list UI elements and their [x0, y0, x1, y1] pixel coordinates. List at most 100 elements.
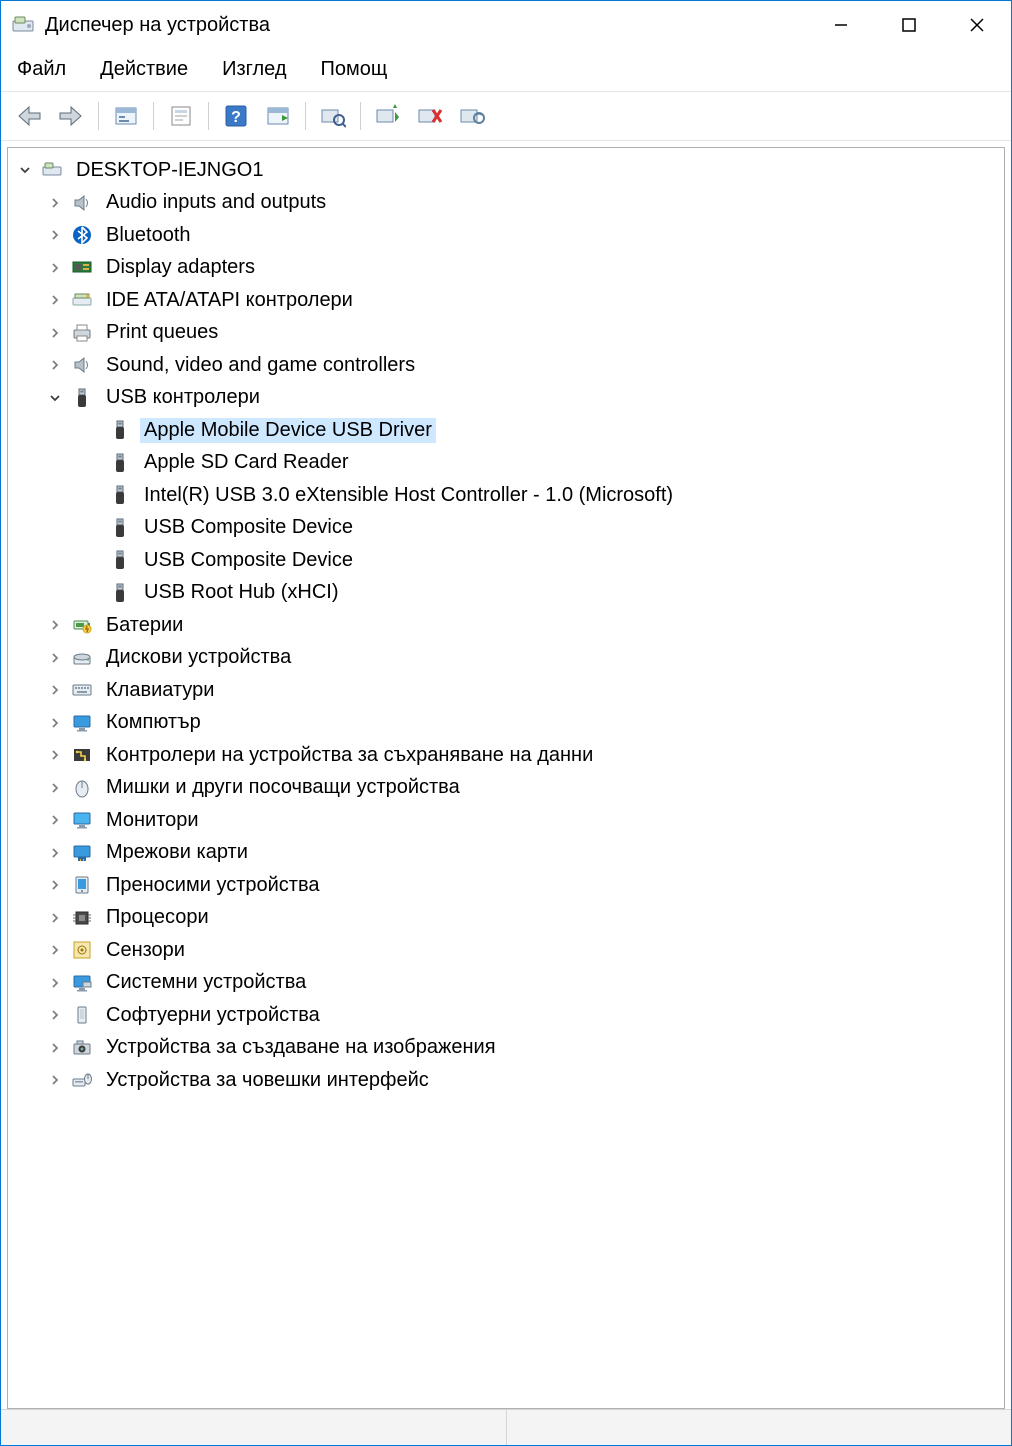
tree-category[interactable]: Процесори [12, 902, 1000, 935]
tree-category[interactable]: Мишки и други посочващи устройства [12, 772, 1000, 805]
tree-device[interactable]: USB Root Hub (xHCI) [12, 577, 1000, 610]
expand-toggle-icon[interactable] [46, 291, 64, 309]
system-icon [70, 971, 94, 995]
expand-toggle-icon[interactable] [46, 974, 64, 992]
toolbar-separator [208, 102, 209, 130]
expand-toggle-icon[interactable] [46, 876, 64, 894]
tree-category[interactable]: Компютър [12, 707, 1000, 740]
tree-category[interactable]: Монитори [12, 804, 1000, 837]
expand-toggle-icon[interactable] [46, 194, 64, 212]
toolbar-back-button[interactable] [11, 98, 47, 134]
speaker-icon [70, 191, 94, 215]
tree-device[interactable]: USB Composite Device [12, 512, 1000, 545]
tree-device[interactable]: Apple SD Card Reader [12, 447, 1000, 480]
usb-icon [108, 418, 132, 442]
monitor-icon [70, 711, 94, 735]
tree-device-label: USB Root Hub (xHCI) [140, 580, 343, 605]
close-button[interactable] [943, 1, 1011, 49]
tree-category-label: Преносими устройства [102, 873, 323, 898]
network-icon [70, 841, 94, 865]
tree-category[interactable]: Sound, video and game controllers [12, 349, 1000, 382]
ide-icon [70, 288, 94, 312]
tree-category[interactable]: Устройства за създаване на изображения [12, 1032, 1000, 1065]
tree-category[interactable]: Софтуерни устройства [12, 999, 1000, 1032]
tree-category-label: Дискови устройства [102, 645, 295, 670]
tree-device[interactable]: Apple Mobile Device USB Driver [12, 414, 1000, 447]
tree-device-label: USB Composite Device [140, 515, 357, 540]
expand-toggle-icon[interactable] [46, 1039, 64, 1057]
tree-category[interactable]: Мрежови карти [12, 837, 1000, 870]
expand-toggle-icon[interactable] [46, 616, 64, 634]
toolbar-show-hidden-button[interactable] [108, 98, 144, 134]
tree-category[interactable]: Батерии [12, 609, 1000, 642]
expand-toggle-icon[interactable] [46, 259, 64, 277]
usb-icon [108, 516, 132, 540]
tree-category[interactable]: USB контролери [12, 382, 1000, 415]
device-tree[interactable]: DESKTOP-IEJNGO1Audio inputs and outputs B… [8, 148, 1004, 1101]
storage-ctrl-icon [70, 743, 94, 767]
tree-category[interactable]: Устройства за човешки интерфейс [12, 1064, 1000, 1097]
tree-root[interactable]: DESKTOP-IEJNGO1 [12, 154, 1000, 187]
window-title: Диспечер на устройства [45, 14, 270, 37]
tree-category[interactable]: Сензори [12, 934, 1000, 967]
menu-help[interactable]: Помощ [315, 54, 394, 85]
tree-category[interactable]: Audio inputs and outputs [12, 187, 1000, 220]
speaker-icon [70, 353, 94, 377]
toolbar-help-button[interactable]: ? [218, 98, 254, 134]
usb-icon [108, 581, 132, 605]
tree-category[interactable]: Преносими устройства [12, 869, 1000, 902]
tree-category[interactable]: Контролери на устройства за съхраняване … [12, 739, 1000, 772]
expand-toggle-icon[interactable] [46, 909, 64, 927]
toolbar-scan-button[interactable] [315, 98, 351, 134]
expand-toggle-icon[interactable] [46, 1006, 64, 1024]
tree-category[interactable]: IDE ATA/ATAPI контролери [12, 284, 1000, 317]
expand-toggle-icon[interactable] [46, 356, 64, 374]
tree-device-label: USB Composite Device [140, 548, 357, 573]
expand-toggle-icon[interactable] [46, 714, 64, 732]
tree-category-label: Монитори [102, 808, 203, 833]
expand-toggle-icon[interactable] [46, 941, 64, 959]
computer-icon [40, 158, 64, 182]
toolbar-disable-button[interactable] [412, 98, 448, 134]
toolbar-properties-button[interactable] [163, 98, 199, 134]
tree-category-label: Bluetooth [102, 223, 195, 248]
tree-category[interactable]: Display adapters [12, 252, 1000, 285]
toolbar-refresh-button[interactable] [260, 98, 296, 134]
tree-category[interactable]: Bluetooth [12, 219, 1000, 252]
toolbar-uninstall-button[interactable] [454, 98, 490, 134]
tree-category[interactable]: Print queues [12, 317, 1000, 350]
tree-category[interactable]: Системни устройства [12, 967, 1000, 1000]
menu-view[interactable]: Изглед [216, 54, 292, 85]
minimize-button[interactable] [807, 1, 875, 49]
maximize-button[interactable] [875, 1, 943, 49]
tree-category-label: Устройства за човешки интерфейс [102, 1068, 433, 1093]
usb-icon [108, 451, 132, 475]
tree-category-label: Мишки и други посочващи устройства [102, 775, 464, 800]
collapse-toggle-icon[interactable] [46, 389, 64, 407]
expand-toggle-icon[interactable] [46, 844, 64, 862]
collapse-toggle-icon[interactable] [16, 161, 34, 179]
expand-toggle-icon[interactable] [46, 681, 64, 699]
expand-toggle-icon[interactable] [46, 746, 64, 764]
tree-device[interactable]: USB Composite Device [12, 544, 1000, 577]
expand-toggle-icon[interactable] [46, 649, 64, 667]
toolbar-forward-button[interactable] [53, 98, 89, 134]
tree-category-label: Print queues [102, 320, 222, 345]
menubar: Файл Действие Изглед Помощ [1, 49, 1011, 91]
tree-category-label: Компютър [102, 710, 205, 735]
tree-category[interactable]: Дискови устройства [12, 642, 1000, 675]
tree-category[interactable]: Клавиатури [12, 674, 1000, 707]
keyboard-icon [70, 678, 94, 702]
tree-device[interactable]: Intel(R) USB 3.0 eXtensible Host Control… [12, 479, 1000, 512]
expand-toggle-icon[interactable] [46, 1071, 64, 1089]
menu-action[interactable]: Действие [94, 54, 194, 85]
hid-icon [70, 1068, 94, 1092]
usb-icon [70, 386, 94, 410]
toolbar-enable-button[interactable] [370, 98, 406, 134]
expand-toggle-icon[interactable] [46, 324, 64, 342]
expand-toggle-icon[interactable] [46, 779, 64, 797]
app-icon [11, 13, 35, 37]
menu-file[interactable]: Файл [11, 54, 72, 85]
expand-toggle-icon[interactable] [46, 226, 64, 244]
expand-toggle-icon[interactable] [46, 811, 64, 829]
